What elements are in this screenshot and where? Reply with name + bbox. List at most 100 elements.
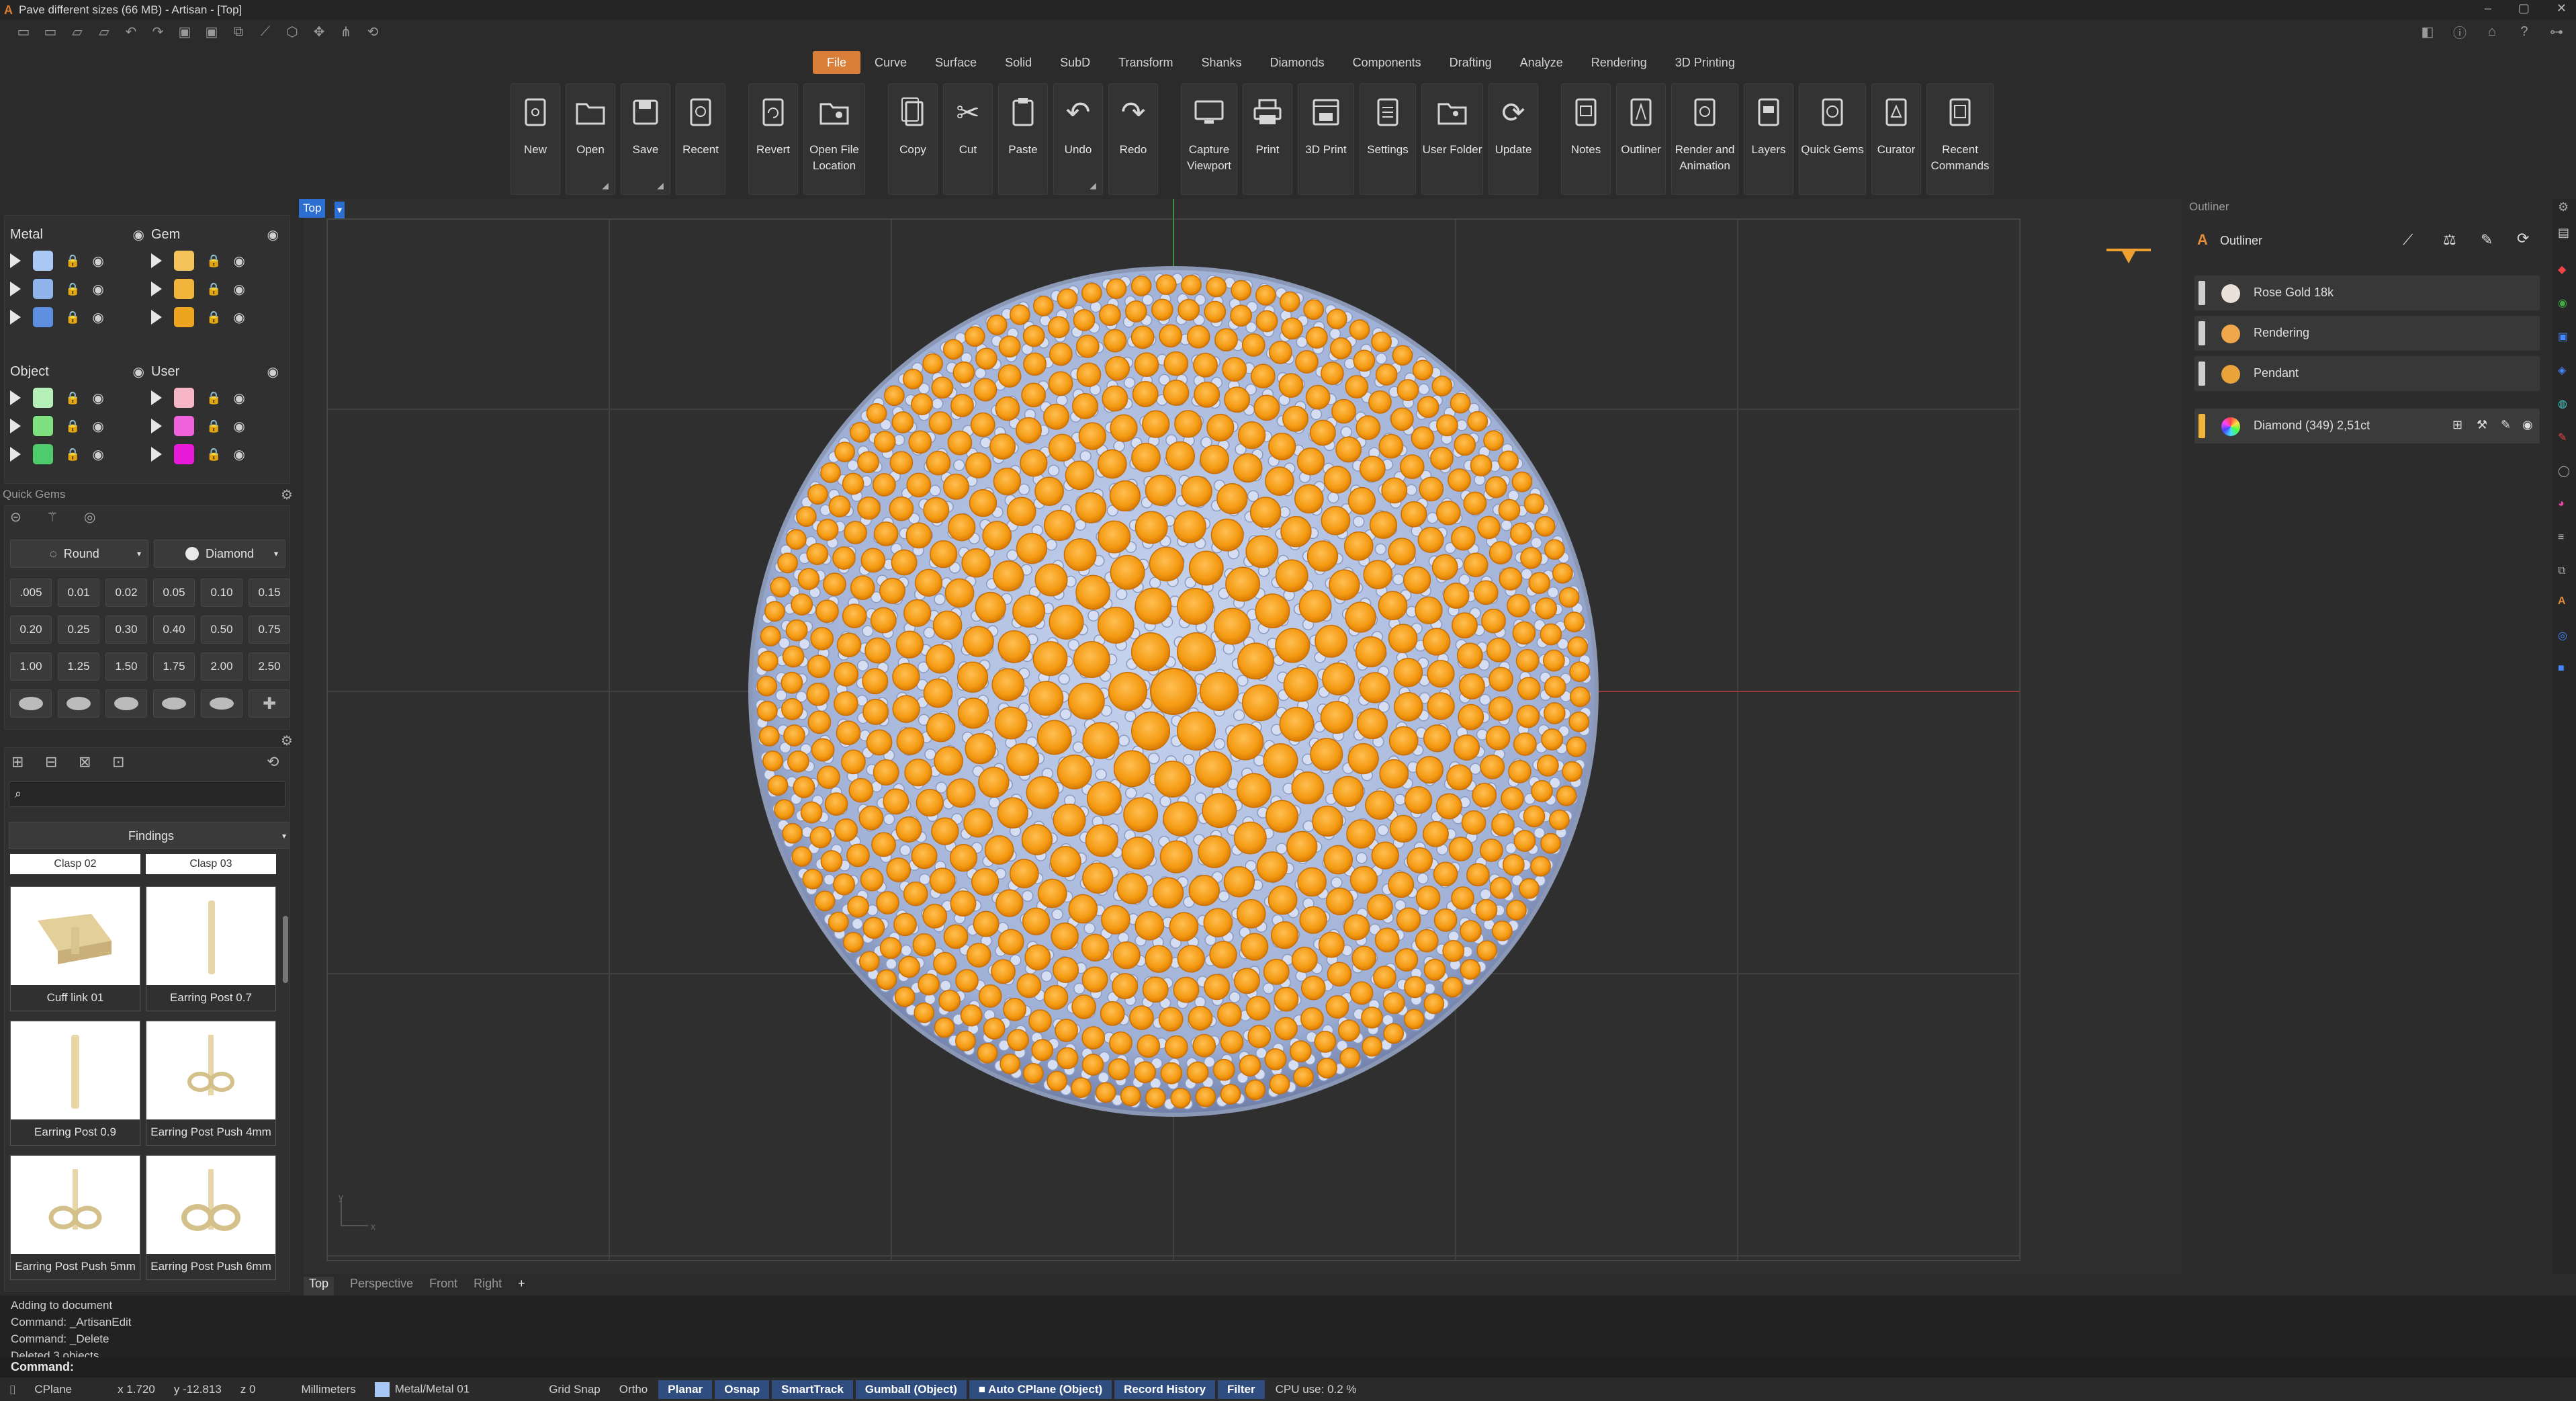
diamond-gem[interactable]	[961, 548, 991, 578]
export-icon[interactable]: ⧉	[228, 22, 249, 42]
target-icon[interactable]: ◎	[84, 509, 95, 525]
diamond-gem[interactable]	[1390, 407, 1414, 431]
import-icon[interactable]: ⊟	[45, 753, 57, 771]
play-icon[interactable]	[10, 310, 21, 325]
layer-color-swatch[interactable]	[174, 279, 194, 299]
planar-toggle[interactable]: Planar	[658, 1379, 713, 1399]
diamond-gem[interactable]	[1361, 1006, 1383, 1029]
3d-print-button[interactable]: 3D Print	[1298, 83, 1354, 195]
diamond-gem[interactable]	[1233, 821, 1267, 855]
diamond-gem[interactable]	[969, 489, 997, 517]
new-button[interactable]: New	[510, 83, 560, 195]
learn-icon[interactable]: ⌂	[2482, 22, 2502, 42]
diamond-gem[interactable]	[1481, 608, 1506, 634]
diamond-gem[interactable]	[1411, 426, 1435, 450]
diamond-gem[interactable]	[1134, 352, 1159, 378]
diamond-gem[interactable]	[1236, 899, 1266, 929]
gear-icon[interactable]: ⚙	[281, 486, 293, 503]
outliner-item[interactable]: Pendant	[2194, 356, 2540, 391]
library-scrollbar[interactable]	[283, 916, 288, 983]
diamond-gem[interactable]	[1057, 754, 1092, 790]
tab-file[interactable]: File	[813, 51, 861, 74]
diamond-gem[interactable]	[1389, 814, 1417, 843]
diamond-gem[interactable]	[1520, 547, 1542, 569]
open-button[interactable]: Open	[566, 83, 615, 195]
diamond-gem[interactable]	[1108, 671, 1148, 712]
diamond-gem[interactable]	[1264, 1048, 1287, 1070]
diamond-gem[interactable]	[1499, 567, 1523, 591]
diamond-gem[interactable]	[1314, 1031, 1337, 1053]
gumball-toggle[interactable]: Gumball (Object)	[855, 1379, 967, 1399]
diamond-gem[interactable]	[1564, 611, 1585, 632]
diamond-gem[interactable]	[781, 671, 803, 694]
diamond-gem[interactable]	[1310, 738, 1343, 771]
diamond-gem[interactable]	[1081, 966, 1108, 993]
diamond-gem[interactable]	[1036, 720, 1072, 755]
diamond-gem[interactable]	[871, 832, 896, 857]
diamond-gem[interactable]	[977, 1042, 998, 1064]
diamond-gem[interactable]	[1241, 933, 1269, 961]
diamond-gem[interactable]	[1433, 908, 1458, 932]
diamond-gem[interactable]	[1222, 357, 1247, 382]
diamond-gem[interactable]	[1053, 803, 1086, 837]
diamond-gem[interactable]	[1568, 711, 1590, 732]
auto-cplane-toggle[interactable]: ■ Auto CPlane (Object)	[969, 1379, 1112, 1399]
layer-row[interactable]: 🔒 ◉	[151, 412, 279, 440]
diamond-gem[interactable]	[1401, 501, 1427, 527]
diamond-gem[interactable]	[1065, 460, 1095, 491]
diamond-gem[interactable]	[950, 890, 977, 917]
gem-size-button[interactable]: 1.00	[10, 652, 52, 681]
layer-row[interactable]: 🔒 ◉	[151, 384, 279, 412]
diamond-gem[interactable]	[1362, 1035, 1383, 1057]
diamond-gem[interactable]	[1137, 1034, 1161, 1058]
diamond-gem[interactable]	[1176, 632, 1216, 672]
diamond-gem[interactable]	[1043, 985, 1069, 1010]
diamond-gem[interactable]	[1142, 410, 1170, 438]
open-file-location-button[interactable]: Open File Location	[803, 83, 865, 195]
diamond-gem[interactable]	[1231, 280, 1252, 301]
diamond-gem[interactable]	[1081, 1054, 1104, 1076]
diamond-gem[interactable]	[1293, 1066, 1314, 1087]
diamond-gem[interactable]	[889, 451, 914, 474]
diamond-gem[interactable]	[1110, 554, 1145, 590]
diamond-gem[interactable]	[902, 368, 924, 390]
diamond-gem[interactable]	[1399, 454, 1425, 479]
diamond-gem[interactable]	[1569, 661, 1591, 683]
diamond-gem[interactable]	[1347, 742, 1379, 775]
diamond-gem[interactable]	[942, 339, 964, 360]
materials-icon[interactable]: ◆	[2558, 263, 2566, 276]
diamond-gem[interactable]	[1220, 1030, 1244, 1054]
diamond-gem[interactable]	[926, 450, 951, 476]
diamond-gem[interactable]	[1165, 441, 1196, 471]
diamond-gem[interactable]	[781, 698, 803, 720]
diamond-gem[interactable]	[1129, 1005, 1154, 1030]
diamond-gem[interactable]	[1227, 723, 1264, 761]
eye-icon[interactable]: ◉	[92, 281, 103, 298]
layer-color-swatch[interactable]	[33, 416, 53, 436]
diamond-gem[interactable]	[1255, 285, 1276, 306]
diamond-gem[interactable]	[891, 549, 918, 576]
diamond-gem[interactable]	[1105, 355, 1130, 381]
diamond-gem[interactable]	[1537, 754, 1559, 777]
diamond-gem[interactable]	[1338, 1019, 1360, 1042]
diamond-gem[interactable]	[782, 822, 803, 844]
diamond-gem[interactable]	[1483, 430, 1504, 452]
diamond-gem[interactable]	[984, 835, 1014, 865]
diamond-gem[interactable]	[916, 788, 944, 817]
diamond-gem[interactable]	[1470, 454, 1493, 477]
diamond-gem[interactable]	[1033, 296, 1054, 316]
cut-button[interactable]: ✂ Cut	[943, 83, 993, 195]
diamond-gem[interactable]	[758, 726, 780, 747]
diamond-gem[interactable]	[923, 497, 950, 523]
diamond-gem[interactable]	[1073, 641, 1110, 679]
diamond-gem[interactable]	[1071, 1077, 1092, 1098]
diamond-gem[interactable]	[879, 577, 905, 604]
eye-icon[interactable]: ◉	[233, 253, 245, 269]
diamond-gem[interactable]	[1022, 907, 1051, 935]
diamond-gem[interactable]	[1102, 385, 1128, 412]
diamond-gem[interactable]	[1220, 1084, 1241, 1105]
diamond-gem[interactable]	[1456, 642, 1483, 669]
diamond-gem[interactable]	[1349, 865, 1378, 894]
diamond-gem[interactable]	[1281, 317, 1303, 340]
diamond-gem[interactable]	[934, 1017, 955, 1038]
